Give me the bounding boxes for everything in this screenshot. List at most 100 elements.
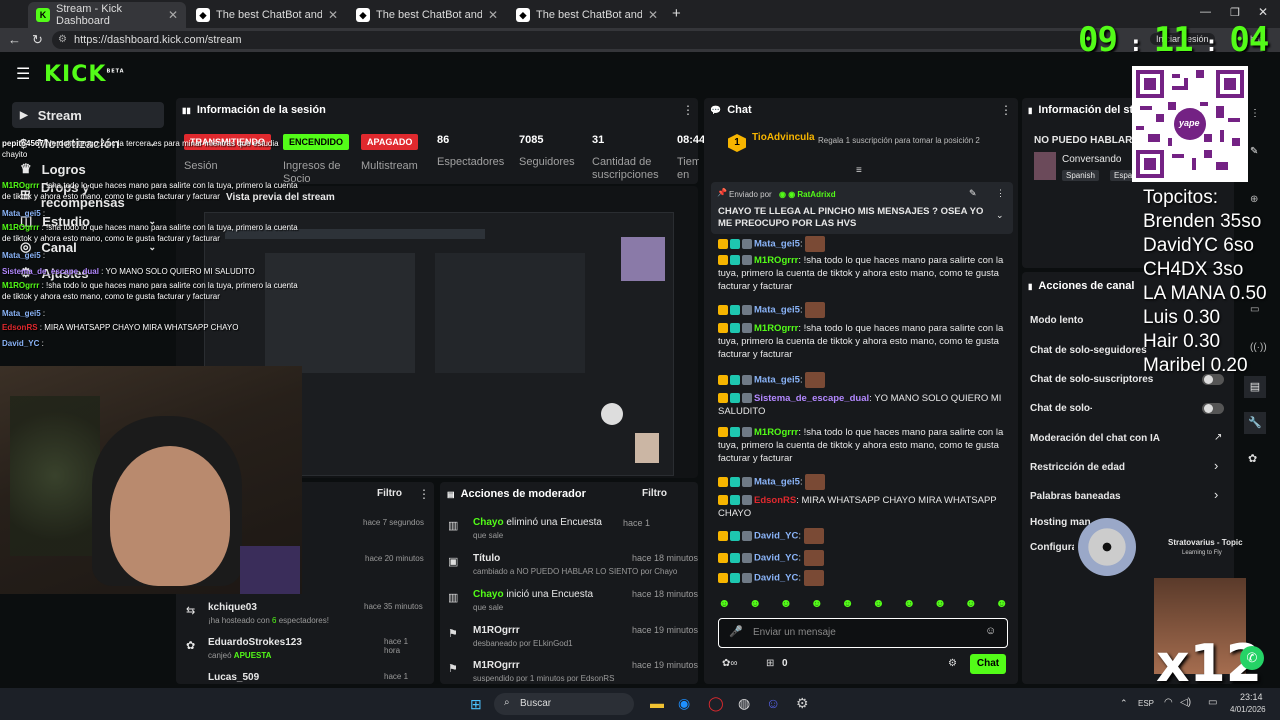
address-input[interactable]: ⚙ https://dashboard.kick.com/stream	[52, 31, 1092, 49]
pinned-by-user[interactable]: ◉ ◉ RatAdrixd	[779, 190, 836, 199]
site-info-icon[interactable]: ⚙	[58, 31, 67, 49]
wifi-icon[interactable]: ◠	[1164, 697, 1173, 708]
chevron-right-icon[interactable]: ›	[1214, 458, 1218, 473]
session-menu-icon[interactable]: ⋮	[682, 103, 694, 117]
close-tab-icon[interactable]: ✕	[488, 8, 498, 22]
chat-username[interactable]: EdsonRS	[754, 495, 796, 506]
chat-username[interactable]: Mata_gei5	[754, 305, 800, 316]
rail-display-icon[interactable]: ▤	[1244, 376, 1266, 398]
chat-username[interactable]: David_YC	[754, 573, 798, 584]
chevron-right-icon[interactable]: ›	[1214, 487, 1218, 502]
points-icon[interactable]: ✿∞	[722, 658, 738, 669]
tray-chevron-icon[interactable]: ⌃	[1120, 698, 1128, 709]
reload-icon[interactable]: ↻	[32, 32, 43, 48]
volume-icon[interactable]: ◁)	[1180, 697, 1191, 708]
top-gifter-name[interactable]: TioAdvincula	[752, 132, 815, 143]
chevron-down-icon[interactable]: ⌄	[996, 210, 1004, 221]
mic-icon[interactable]: 🎤	[729, 625, 743, 638]
emote-icon[interactable]: ☻	[934, 596, 947, 616]
chat-username[interactable]: Mata_gei5	[754, 477, 800, 488]
minimize-icon[interactable]: —	[1200, 6, 1211, 18]
category-name[interactable]: Conversando	[1062, 154, 1121, 165]
chat-input[interactable]: 🎤 Enviar un mensaje ☺	[718, 618, 1008, 648]
language-indicator[interactable]: ESP	[1138, 699, 1154, 708]
activity-menu-icon[interactable]: ⋮	[418, 487, 430, 501]
back-icon[interactable]: ←	[8, 32, 21, 47]
chat-settings-icon[interactable]: ⚙	[948, 658, 957, 669]
chat-username[interactable]: Sistema_de_escape_dual	[754, 393, 869, 404]
mod-filter-button[interactable]: Filtro	[642, 488, 667, 499]
tab-chatbot-2[interactable]: ◆ The best ChatBot and Widgets fo ✕	[348, 2, 506, 28]
close-tab-icon[interactable]: ✕	[168, 8, 178, 22]
tab-chatbot-1[interactable]: ◆ The best ChatBot and Widgets fo ✕	[188, 2, 346, 28]
action-banned-words[interactable]: Palabras baneadas	[1030, 491, 1121, 502]
action-slow-mode[interactable]: Modo lento	[1030, 315, 1083, 326]
maximize-icon[interactable]: ❐	[1230, 6, 1240, 19]
new-tab-button[interactable]: +	[672, 5, 681, 22]
windows-start-icon[interactable]: ⊞	[470, 696, 482, 713]
menu-icon[interactable]: ☰	[16, 64, 30, 84]
action-hosting[interactable]: Hosting manual	[1030, 517, 1090, 528]
close-tab-icon[interactable]: ✕	[328, 8, 338, 22]
emote-icon[interactable]: ☻	[780, 596, 793, 616]
chat-username[interactable]: David_YC	[754, 553, 798, 564]
collapse-icon[interactable]: ≡	[856, 165, 862, 176]
tab-kick-dashboard[interactable]: K Stream - Kick Dashboard ✕	[28, 2, 186, 28]
chat-username[interactable]: M1ROgrrr	[754, 323, 798, 334]
activity-user[interactable]: Lucas_509	[208, 672, 259, 682]
emote-icon[interactable]: ☻	[872, 596, 885, 616]
rail-wrench-icon[interactable]: 🔧	[1244, 412, 1266, 434]
pinned-menu-icon[interactable]: ⋮	[996, 188, 1005, 199]
emotes-only-toggle[interactable]	[1202, 403, 1224, 414]
action-followers-only[interactable]: Chat de solo-seguidores	[1030, 345, 1147, 356]
taskbar-date[interactable]: 4/01/2026	[1230, 705, 1266, 714]
close-window-icon[interactable]: ✕	[1258, 5, 1268, 19]
emote-icon[interactable]: ☻	[995, 596, 1008, 616]
opera-icon[interactable]: ◯	[708, 695, 724, 712]
file-explorer-icon[interactable]: ▬	[650, 695, 664, 711]
activity-user[interactable]: kchique03	[208, 602, 257, 613]
chat-username[interactable]: David_YC	[754, 531, 798, 542]
discord-icon[interactable]: ☺	[766, 695, 780, 711]
emote-icon[interactable]: ☻	[903, 596, 916, 616]
activity-user[interactable]: EduardoStrokes123	[208, 637, 302, 648]
taskbar-time[interactable]: 23:14	[1240, 692, 1263, 702]
chat-username[interactable]: Mata_gei5	[754, 239, 800, 250]
rail-apps-icon[interactable]: ✿	[1248, 452, 1257, 465]
info-menu-icon[interactable]: ⋮	[1250, 108, 1260, 119]
sidebar-item-stream[interactable]: ▶ Stream	[12, 102, 164, 128]
close-tab-icon[interactable]: ✕	[648, 8, 658, 22]
action-age-restriction[interactable]: Restricción de edad	[1030, 462, 1125, 473]
emoji-icon[interactable]: ☺	[985, 625, 996, 637]
action-settings[interactable]: Configuración	[1030, 542, 1074, 553]
action-emotes-only[interactable]: Chat de solo-emotes	[1030, 403, 1092, 414]
chat-username[interactable]: M1ROgrrr	[754, 427, 798, 438]
settings-app-icon[interactable]: ⚙	[796, 695, 809, 712]
gift-cta[interactable]: Regala 1 suscripción para tomar la posic…	[818, 136, 998, 146]
taskbar-search[interactable]: ⌕ Buscar	[494, 693, 634, 715]
mod-actor[interactable]: Chayo	[473, 517, 504, 528]
tag-chip[interactable]: Spanish	[1062, 170, 1099, 181]
emote-icon[interactable]: ☻	[718, 596, 731, 616]
unpin-icon[interactable]: ✎	[969, 188, 977, 199]
emote-icon[interactable]: ☻	[810, 596, 823, 616]
action-subs-only[interactable]: Chat de solo-suscriptores	[1030, 374, 1153, 385]
external-link-icon[interactable]: ↗	[1214, 432, 1222, 443]
chat-username[interactable]: Mata_gei5	[754, 375, 800, 386]
chat-username[interactable]: M1ROgrrr	[754, 255, 798, 266]
gift-icon[interactable]: ⊞	[766, 658, 774, 669]
emote-icon[interactable]: ☻	[965, 596, 978, 616]
action-ai-moderation[interactable]: Moderación del chat con IA	[1030, 433, 1160, 444]
emote-icon[interactable]: ☻	[841, 596, 854, 616]
chat-menu-icon[interactable]: ⋮	[1000, 103, 1012, 117]
edit-icon[interactable]: ✎	[1250, 146, 1258, 157]
emote-icon[interactable]: ☻	[749, 596, 762, 616]
kick-logo[interactable]: KICKBETA	[44, 62, 125, 87]
obs-icon[interactable]: ◍	[738, 695, 750, 712]
activity-filter-button[interactable]: Filtro	[377, 488, 402, 499]
send-chat-button[interactable]: Chat	[970, 654, 1006, 674]
battery-icon[interactable]: ▭	[1208, 697, 1217, 708]
tab-chatbot-3[interactable]: ◆ The best ChatBot and Widgets fo ✕	[508, 2, 666, 28]
mod-actor[interactable]: Chayo	[473, 589, 504, 600]
edge-icon[interactable]: ◉	[678, 695, 690, 712]
